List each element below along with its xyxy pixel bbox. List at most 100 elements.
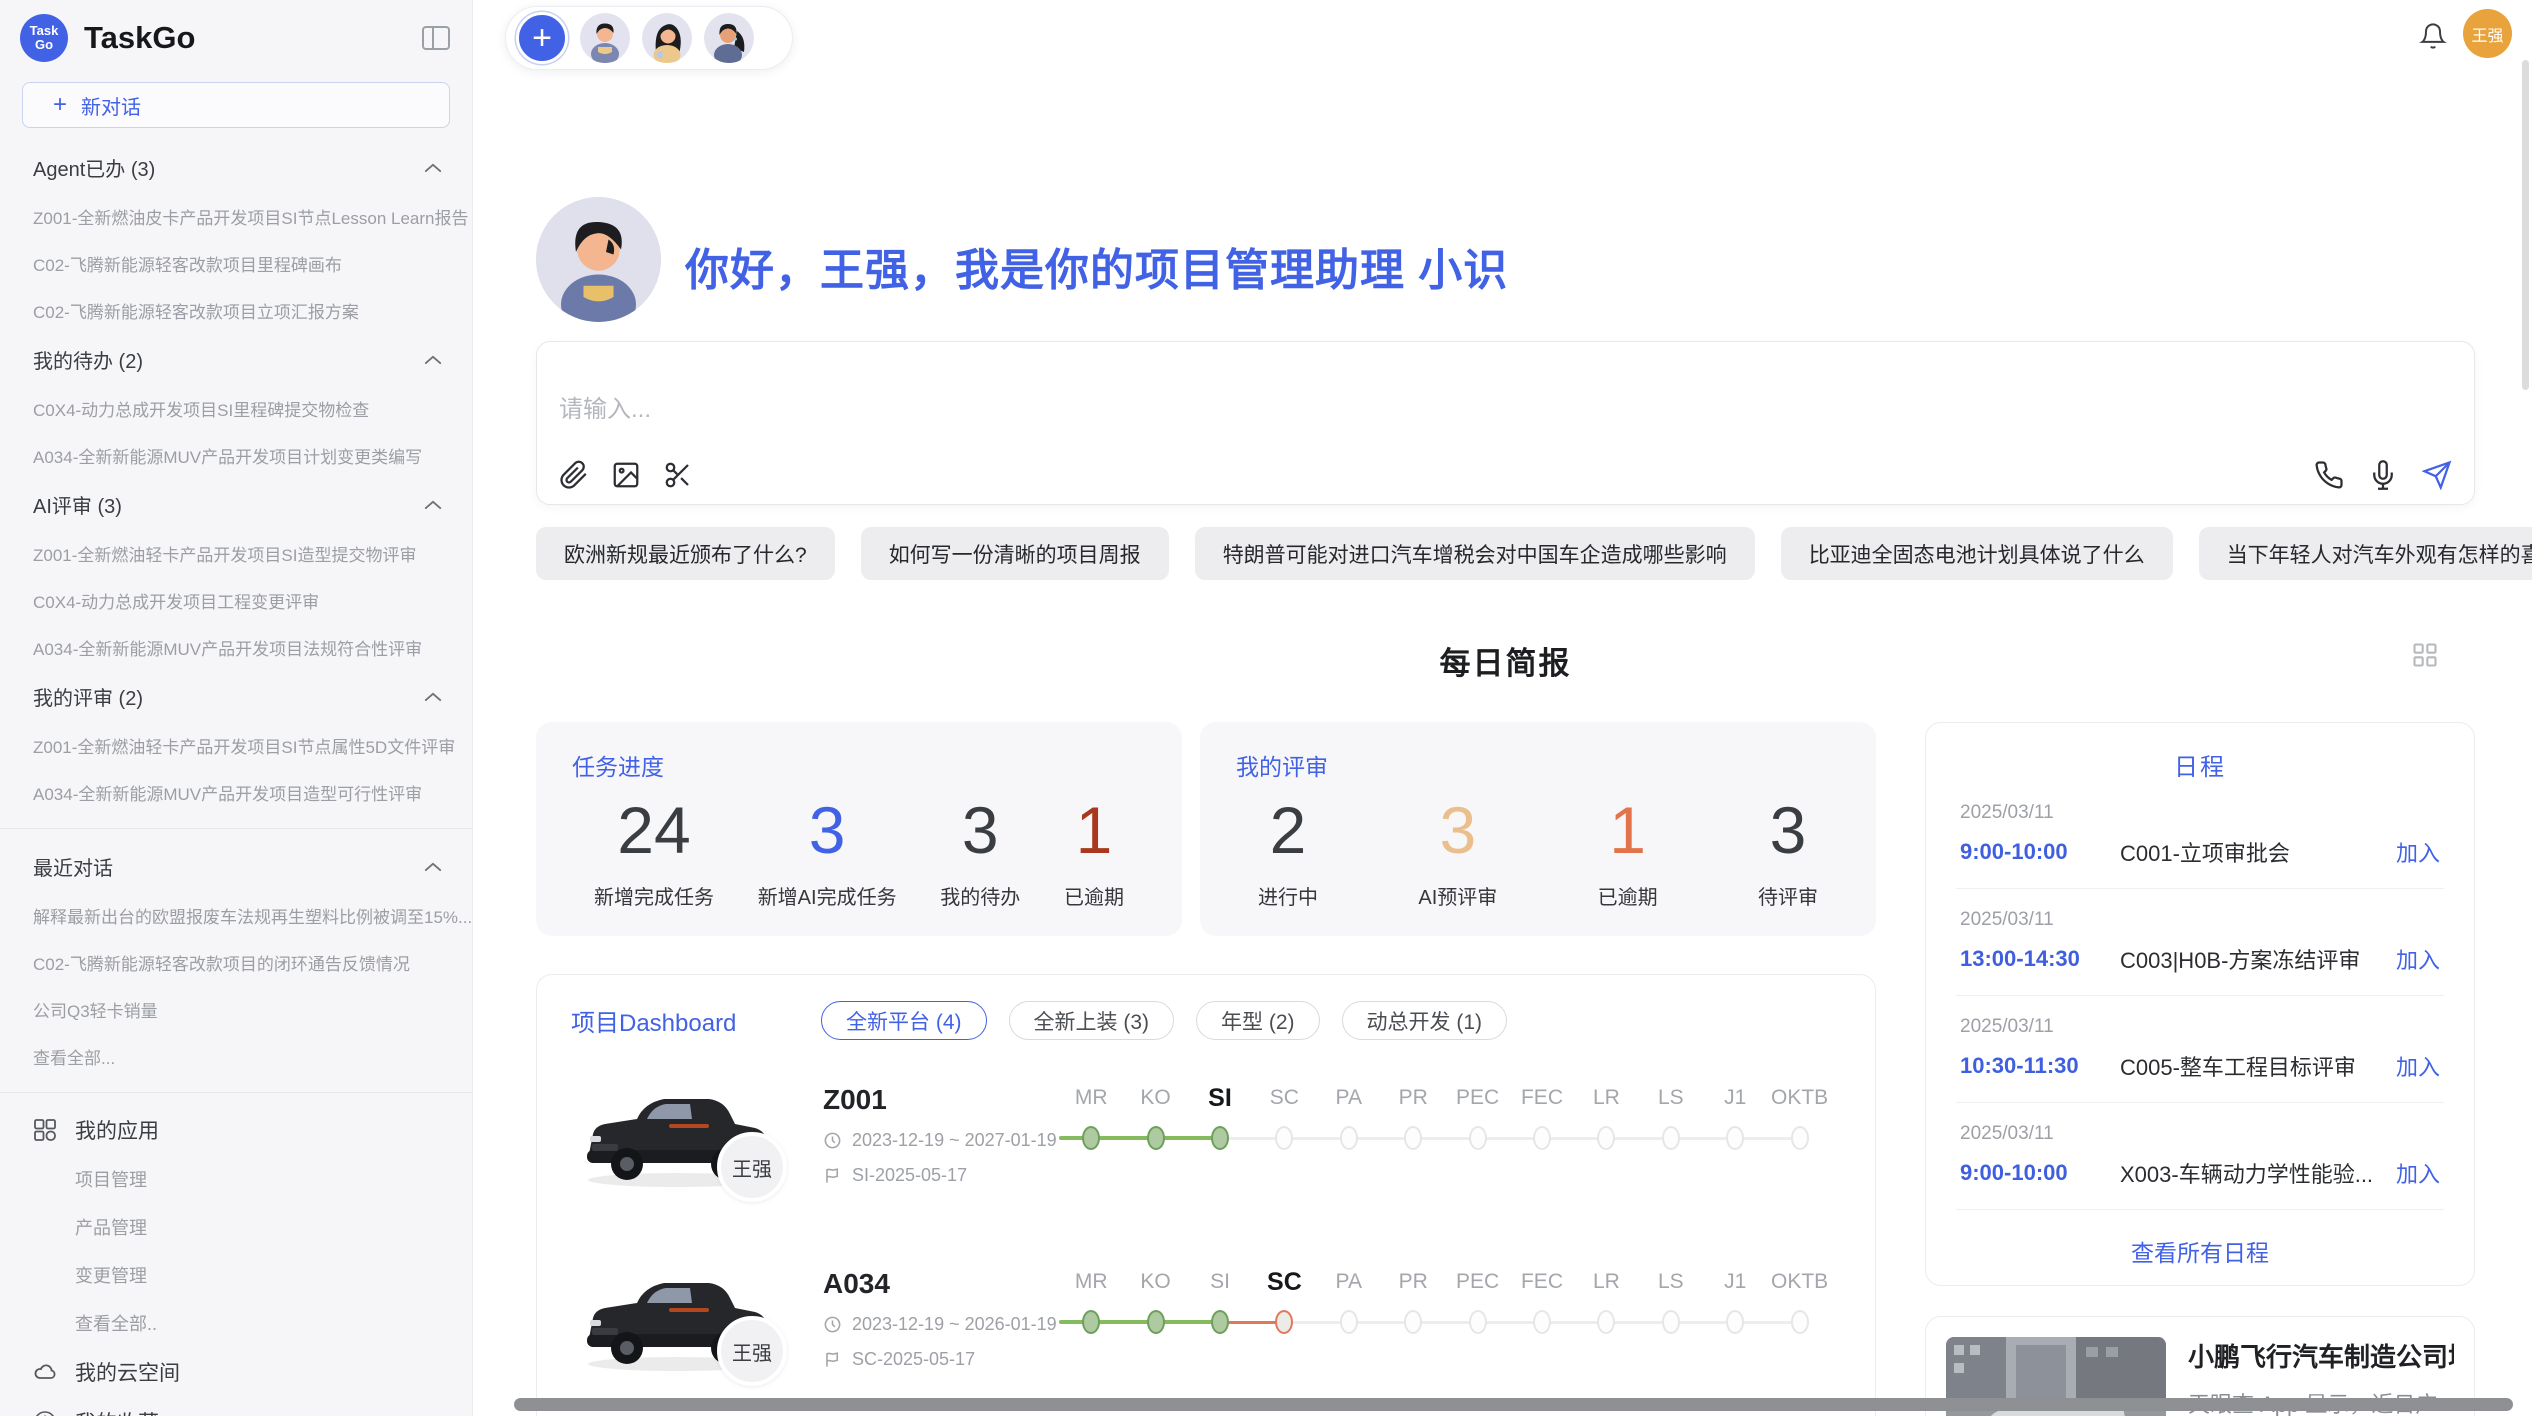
- briefing-left-column: 任务进度24新增完成任务3新增AI完成任务3我的待办1已逾期我的评审2进行中3A…: [536, 722, 1876, 1416]
- recent-chat-item[interactable]: 解释最新出台的欧盟报废车法规再生塑料比例被调至15%...: [0, 892, 472, 939]
- notification-bell-icon[interactable]: [2419, 22, 2447, 50]
- horizontal-scrollbar[interactable]: [514, 1398, 2513, 1411]
- join-link[interactable]: 加入: [2396, 1157, 2440, 1189]
- sidebar-item-cloud-space[interactable]: 我的云空间: [0, 1347, 472, 1397]
- app-sub-item[interactable]: 项目管理: [0, 1155, 472, 1203]
- recent-chat-item[interactable]: 公司Q3轻卡销量: [0, 986, 472, 1033]
- milestone-dot: [1211, 1310, 1229, 1334]
- user-avatar[interactable]: 王强: [2463, 9, 2512, 58]
- sidebar-item[interactable]: Z001-全新燃油轻卡产品开发项目SI节点属性5D文件评审: [0, 722, 472, 769]
- sidebar-item[interactable]: A034-全新新能源MUV产品开发项目造型可行性评审: [0, 769, 472, 816]
- sidebar-collapse-icon[interactable]: [422, 26, 450, 50]
- join-link[interactable]: 加入: [2396, 836, 2440, 868]
- stat-label: AI预评审: [1418, 881, 1497, 910]
- sidebar-item-favorites[interactable]: 我的收藏: [0, 1397, 472, 1416]
- milestone-dot: [1791, 1126, 1809, 1150]
- milestone-dot: [1662, 1310, 1680, 1334]
- agent-avatar-1[interactable]: [580, 13, 630, 63]
- microphone-icon[interactable]: [2368, 460, 2398, 490]
- milestone-label: FEC: [1510, 1264, 1574, 1300]
- project-row[interactable]: 王强Z0012023-12-19 ~ 2027-01-19SI-2025-05-…: [571, 1068, 1841, 1224]
- daily-briefing-title: 每日简报: [536, 638, 2475, 683]
- dashboard-tabs: 全新平台 (4) 全新上装 (3) 年型 (2) 动总开发 (1): [821, 1001, 1507, 1040]
- milestone-dot: [1404, 1310, 1422, 1334]
- suggestion-chip[interactable]: 比亚迪全固态电池计划具体说了什么: [1781, 527, 2173, 580]
- stat-value: 24: [594, 786, 714, 875]
- suggestion-chip[interactable]: 如何写一份清晰的项目周报: [861, 527, 1169, 580]
- scissors-icon[interactable]: [663, 460, 693, 490]
- recent-chat-item[interactable]: C02-飞腾新能源轻客改款项目的闭环通告反馈情况: [0, 939, 472, 986]
- sidebar-item-my-apps[interactable]: 我的应用: [0, 1105, 472, 1155]
- logo-text-bottom: Go: [35, 38, 53, 52]
- agent-avatar-3[interactable]: [704, 13, 754, 63]
- schedule-time: 9:00-10:00: [1960, 839, 2120, 865]
- sidebar-item[interactable]: C02-飞腾新能源轻客改款项目里程碑画布: [0, 240, 472, 287]
- milestone-dot: [1597, 1310, 1615, 1334]
- schedule-time: 9:00-10:00: [1960, 1160, 2120, 1186]
- stat: 1已逾期: [1064, 786, 1124, 910]
- stat: 1已逾期: [1598, 786, 1658, 910]
- join-link[interactable]: 加入: [2396, 943, 2440, 975]
- user-avatar-name: 王强: [2471, 22, 2503, 46]
- suggestion-chip[interactable]: 当下年轻人对汽车外观有怎样的喜好趋势: [2199, 527, 2532, 580]
- milestone-dot: [1597, 1126, 1615, 1150]
- briefing-right-column: 日程 2025/03/119:00-10:00C001-立项审批会加入2025/…: [1925, 722, 2475, 1416]
- app-sub-item[interactable]: 产品管理: [0, 1203, 472, 1251]
- sidebar-section-header[interactable]: 我的评审 (2): [0, 671, 472, 722]
- image-icon[interactable]: [611, 460, 641, 490]
- stat-value: 3: [758, 786, 897, 875]
- stat: 3新增AI完成任务: [758, 786, 897, 910]
- sidebar-item[interactable]: A034-全新新能源MUV产品开发项目法规符合性评审: [0, 624, 472, 671]
- sidebar-section-header[interactable]: AI评审 (3): [0, 479, 472, 530]
- agent-avatar-2[interactable]: [642, 13, 692, 63]
- recent-chats-title: 最近对话: [33, 852, 424, 881]
- suggestion-chip[interactable]: 特朗普可能对进口汽车增税会对中国车企造成哪些影响: [1195, 527, 1755, 580]
- send-icon[interactable]: [2422, 460, 2452, 490]
- sidebar-item[interactable]: Z001-全新燃油轻卡产品开发项目SI造型提交物评审: [0, 530, 472, 577]
- chat-input[interactable]: [559, 360, 2452, 460]
- sidebar-item[interactable]: C02-飞腾新能源轻客改款项目立项汇报方案: [0, 287, 472, 334]
- add-agent-button[interactable]: +: [516, 12, 568, 64]
- recent-chats-header[interactable]: 最近对话: [0, 841, 472, 892]
- dashboard-tab[interactable]: 动总开发 (1): [1342, 1001, 1508, 1040]
- new-chat-button[interactable]: + 新对话: [22, 82, 450, 128]
- taskgo-logo: Task Go: [20, 14, 68, 62]
- dashboard-tab[interactable]: 全新平台 (4): [821, 1001, 987, 1040]
- milestone-dot: [1275, 1310, 1293, 1334]
- sidebar-section-header[interactable]: 我的待办 (2): [0, 334, 472, 385]
- schedule-entry: 2025/03/1113:00-14:30C003|H0B-方案冻结评审加入: [1956, 889, 2444, 996]
- suggestion-chips: 欧洲新规最近颁布了什么? 如何写一份清晰的项目周报特朗普可能对进口汽车增税会对中国…: [536, 527, 2532, 580]
- stat-label: 已逾期: [1064, 881, 1124, 910]
- milestone-label: PR: [1381, 1264, 1445, 1300]
- stat-label: 我的待办: [940, 881, 1020, 910]
- dashboard-tab[interactable]: 年型 (2): [1196, 1001, 1320, 1040]
- phone-icon[interactable]: [2314, 460, 2344, 490]
- join-link[interactable]: 加入: [2396, 1050, 2440, 1082]
- app-sub-item[interactable]: 变更管理: [0, 1251, 472, 1299]
- project-rows: 王强Z0012023-12-19 ~ 2027-01-19SI-2025-05-…: [571, 1068, 1841, 1408]
- sidebar-item[interactable]: C0X4-动力总成开发项目工程变更评审: [0, 577, 472, 624]
- milestone-label: SI: [1188, 1264, 1252, 1300]
- recent-chat-item[interactable]: 查看全部...: [0, 1033, 472, 1080]
- attachment-icon[interactable]: [559, 460, 589, 490]
- stat-card-title: 我的评审: [1236, 748, 1840, 782]
- vertical-scrollbar[interactable]: [2522, 60, 2529, 390]
- milestone-label: PA: [1317, 1080, 1381, 1116]
- sidebar-item[interactable]: Z001-全新燃油皮卡产品开发项目SI节点Lesson Learn报告: [0, 193, 472, 240]
- sidebar-section-title: AI评审 (3): [33, 490, 424, 519]
- clock-icon: [823, 1131, 842, 1150]
- milestone-dot: [1469, 1310, 1487, 1334]
- project-dates: 2023-12-19 ~ 2026-01-19: [823, 1314, 1058, 1335]
- app-sub-item[interactable]: 查看全部..: [0, 1299, 472, 1347]
- my-apps-label: 我的应用: [75, 1115, 159, 1145]
- sidebar-item[interactable]: C0X4-动力总成开发项目SI里程碑提交物检查: [0, 385, 472, 432]
- chevron-up-icon: [424, 861, 442, 872]
- project-row[interactable]: 王强A0342023-12-19 ~ 2026-01-19SC-2025-05-…: [571, 1252, 1841, 1408]
- layout-grid-icon[interactable]: [2411, 641, 2439, 669]
- sidebar-section-header[interactable]: Agent已办 (3): [0, 142, 472, 193]
- view-all-schedule-link[interactable]: 查看所有日程: [1926, 1210, 2474, 1268]
- dashboard-tab[interactable]: 全新上装 (3): [1009, 1001, 1175, 1040]
- suggestion-chip[interactable]: 欧洲新规最近颁布了什么?: [536, 527, 835, 580]
- project-info: A0342023-12-19 ~ 2026-01-19SC-2025-05-17: [823, 1268, 1058, 1370]
- sidebar-item[interactable]: A034-全新新能源MUV产品开发项目计划变更类编写: [0, 432, 472, 479]
